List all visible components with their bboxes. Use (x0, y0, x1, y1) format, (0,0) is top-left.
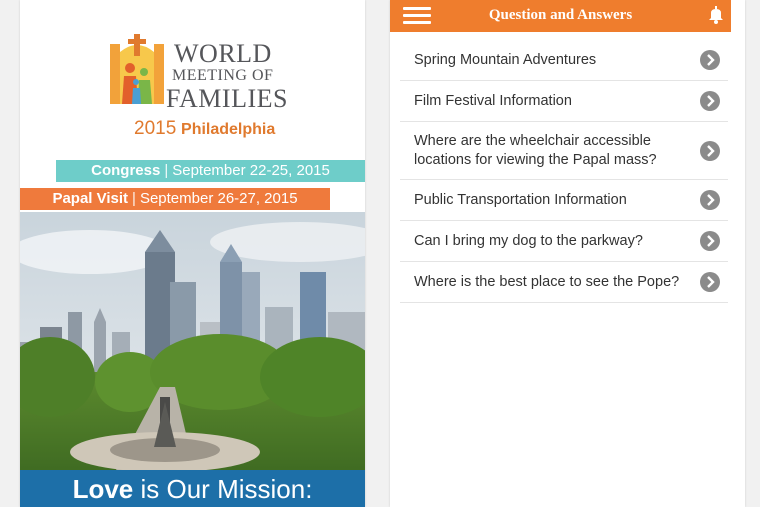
page-title: Question and Answers (488, 7, 633, 23)
congress-label: Congress (91, 162, 161, 179)
logo-line-meeting: MEETING OF (172, 67, 274, 84)
list-item-label: Film Festival Information (414, 93, 572, 109)
wmf-logo-icon (110, 34, 164, 104)
list-item[interactable]: Public Transportation Information (400, 180, 728, 221)
logo-line-families: FAMILIES (166, 84, 288, 113)
philadelphia-skyline-photo (20, 212, 365, 472)
mission-strong: Love (72, 474, 134, 504)
list-item[interactable]: Where is the best place to see the Pope? (400, 262, 728, 303)
list-item-label: Can I bring my dog to the parkway? (414, 233, 643, 249)
papal-visit-dates: September 26-27, 2015 (139, 190, 298, 207)
list-item-label: Public Transportation Information (414, 192, 627, 208)
list-item-label: Where is the best place to see the Pope? (414, 274, 680, 290)
app-header: Question and Answers (390, 0, 731, 32)
logo-line-world: WORLD (174, 39, 272, 68)
papal-visit-banner: Papal Visit | September 26-27, 2015 (20, 188, 330, 210)
logo-year: 2015 (134, 118, 177, 139)
logo-wordmark: WORLD MEETING OF FAMILIES (166, 39, 288, 112)
chevron-right-icon (700, 91, 720, 111)
list-item-label: Where are the wheelchair accessible loca… (414, 132, 657, 168)
chevron-right-icon (700, 190, 720, 210)
menu-icon[interactable] (403, 7, 431, 25)
logo-city: Philadelphia (181, 121, 276, 138)
event-logo: WORLD MEETING OF FAMILIES 2015 Philadelp… (108, 32, 288, 142)
logo-year-city: 2015 Philadelphia (134, 118, 275, 140)
bell-icon[interactable] (709, 6, 723, 24)
qa-list: Spring Mountain Adventures Film Festival… (400, 40, 728, 303)
papal-visit-label: Papal Visit (52, 190, 129, 207)
list-item[interactable]: Film Festival Information (400, 81, 728, 122)
qa-screen: Question and Answers Spring Mountain Adv… (390, 0, 745, 507)
list-item-label: Spring Mountain Adventures (414, 52, 597, 68)
congress-dates: September 22-25, 2015 (172, 162, 330, 179)
list-item[interactable]: Can I bring my dog to the parkway? (400, 221, 728, 262)
mission-rest: is Our Mission: (140, 474, 313, 504)
mission-banner: Love is Our Mission: (20, 470, 365, 507)
congress-dates-banner: Congress | September 22-25, 2015 (56, 160, 365, 182)
chevron-right-icon (700, 50, 720, 70)
event-home-screen: WORLD MEETING OF FAMILIES 2015 Philadelp… (20, 0, 365, 507)
list-item[interactable]: Where are the wheelchair accessible loca… (400, 122, 728, 180)
chevron-right-icon (700, 231, 720, 251)
list-item[interactable]: Spring Mountain Adventures (400, 40, 728, 81)
chevron-right-icon (700, 140, 720, 161)
chevron-right-icon (700, 272, 720, 292)
